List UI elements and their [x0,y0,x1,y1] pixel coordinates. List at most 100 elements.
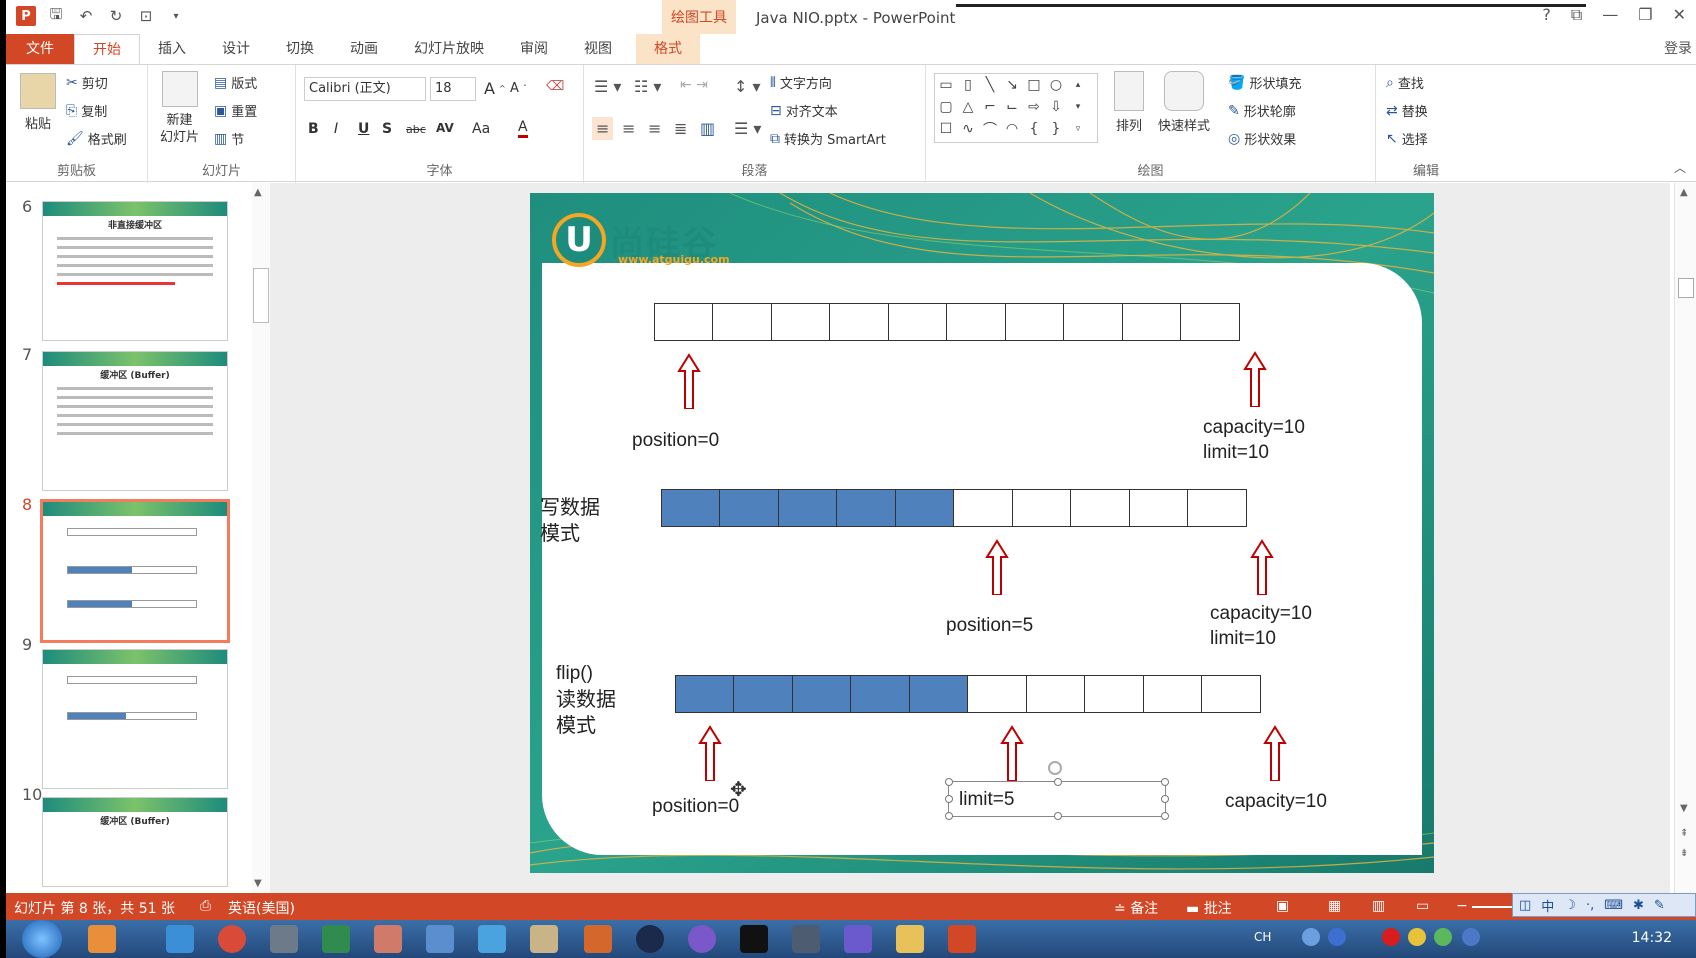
thumbnail-scrollbar[interactable]: ▲ ▼ [252,183,270,893]
rounded-rect-shape-icon[interactable]: ▢ [939,99,952,115]
replace-button[interactable]: ⇄ 替换 [1386,101,1428,121]
app-icon[interactable] [688,925,716,953]
align-right-icon[interactable]: ≡ [648,119,661,138]
next-slide-icon[interactable]: ⇟ [1680,848,1688,859]
ime-keyboard-icon[interactable]: ⌨ [1604,898,1623,913]
oval-shape-icon[interactable]: ○ [1050,77,1062,93]
undo-icon[interactable]: ↶ [76,6,96,26]
paste-button[interactable]: 粘贴 [20,73,56,132]
slide-thumbnail-8[interactable] [40,499,230,643]
vtextbox-shape-icon[interactable]: ▯ [964,77,972,93]
tray-icon[interactable] [1434,928,1452,946]
app-icon[interactable] [322,925,350,953]
grow-font-button[interactable]: A ^ [484,79,506,98]
layout-button[interactable]: ▤ 版式 [214,73,257,93]
scroll-up-icon[interactable]: ▲ [254,187,262,198]
start-button-icon[interactable] [22,920,62,958]
position-label[interactable]: position=0 [652,793,739,820]
scroll-down-icon[interactable]: ▼ [1680,803,1688,814]
convert-smartart-button[interactable]: ⧉ 转换为 SmartArt [770,129,886,149]
position-label[interactable]: position=5 [946,612,1033,639]
app-icon[interactable] [426,925,454,953]
resize-handle[interactable] [1054,778,1062,786]
format-painter-button[interactable]: 🖌 格式刷 [66,129,127,149]
tab-file[interactable]: 文件 [6,34,74,64]
customize-qat-icon[interactable]: ▾ [166,6,186,26]
resize-handle[interactable] [1161,778,1169,786]
read-mode-label[interactable]: 读数据 [556,686,616,713]
flip-label[interactable]: flip() [556,660,593,687]
elbow-arrow-shape-icon[interactable]: ⌙ [1006,99,1018,115]
right-arrow-shape-icon[interactable]: ⇨ [1028,99,1040,115]
buffer-row-read[interactable] [674,675,1261,713]
elbow-connector-shape-icon[interactable]: ⌐ [984,99,996,115]
position-label[interactable]: position=0 [632,427,719,454]
resize-handle[interactable] [945,812,953,820]
triangle-shape-icon[interactable]: △ [963,99,974,115]
select-button[interactable]: ↖ 选择 [1386,129,1428,149]
slide-editing-canvas[interactable]: U 尚硅谷 www.atguigu.com position=0 capacit… [270,183,1670,893]
previous-slide-icon[interactable]: ⇞ [1680,828,1688,839]
app-icon[interactable] [270,925,298,953]
align-text-vertical-icon[interactable]: ☰ ▾ [734,119,761,138]
app-icon[interactable] [530,925,558,953]
tab-home[interactable]: 开始 [74,34,140,64]
text-direction-button[interactable]: ⫴ 文字方向 [770,73,832,93]
character-spacing-button[interactable]: AV [436,121,454,135]
italic-button[interactable]: I [334,121,338,137]
indent-icons[interactable]: ⇤ ⇥ [680,77,708,93]
limit-label[interactable]: limit=10 [1203,439,1269,466]
scroll-down-icon[interactable]: ▼ [254,878,262,889]
normal-view-icon[interactable]: ▣ [1276,898,1289,914]
ime-chinese-mode[interactable]: 中 [1541,896,1554,915]
tab-animations[interactable]: 动画 [332,34,396,64]
app-icon[interactable] [478,925,506,953]
read-mode-label-2[interactable]: 模式 [556,712,596,739]
arrange-button[interactable]: 排列 [1114,71,1144,134]
canvas-scrollbar[interactable]: ▲ ▼ ⇞ ⇟ [1674,183,1696,893]
app-icon[interactable] [374,925,402,953]
comments-button[interactable]: ▬ 批注 [1186,898,1232,918]
bullets-icon[interactable]: ☰ ▾ [594,77,621,96]
scribble-shape-icon[interactable]: ∿ [962,121,974,137]
new-slide-button[interactable]: 新建 幻灯片 [160,71,199,145]
align-text-button[interactable]: ⊟ 对齐文本 [770,101,838,121]
restore-button[interactable]: ❐ [1638,5,1652,25]
resize-handle[interactable] [1161,795,1169,803]
align-center-icon[interactable]: ≡ [622,119,635,138]
browser-icon[interactable] [166,925,194,953]
quick-styles-button[interactable]: 快速样式 [1158,71,1210,134]
shapes-gallery[interactable]: ▭ ▯ ╲ ↘ □ ○ ▴ ▢ △ ⌐ ⌙ ⇨ ⇩ ▾ ☐ ∿ ⌒ ◠ {} ▿ [934,73,1098,143]
tray-icon[interactable] [1408,928,1426,946]
record-tray-icon[interactable] [1382,928,1400,946]
input-language[interactable]: CH [1254,930,1271,944]
slide-thumbnail-7[interactable]: 缓冲区 (Buffer) [42,351,228,491]
buffer-row-write[interactable] [660,489,1247,527]
font-name-dropdown[interactable]: Calibri (正文) [304,77,426,101]
copy-button[interactable]: ⎘ 复制 [66,101,107,121]
eclipse-icon[interactable] [636,925,664,953]
notes-button[interactable]: ≐ 备注 [1114,898,1158,918]
scrollbar-thumb[interactable] [253,268,269,323]
gallery-up-icon[interactable]: ▴ [1076,80,1081,90]
ime-icon[interactable]: ◫ [1519,898,1531,913]
gallery-more-icon[interactable]: ▿ [1076,124,1081,134]
slideshow-view-icon[interactable]: ▭ [1416,898,1429,914]
justify-icon[interactable]: ≣ [674,119,687,138]
slide-counter[interactable]: 幻灯片 第 8 张，共 51 张 [14,898,175,918]
textbox-shape-icon[interactable]: ▭ [939,77,952,93]
rectangle-shape-icon[interactable]: □ [1027,77,1040,93]
write-mode-label[interactable]: 写数据 [540,494,600,521]
ribbon-display-options-button[interactable]: ⧉ [1571,5,1582,25]
clock[interactable]: 14:32 [1632,930,1672,946]
tab-review[interactable]: 审阅 [502,34,566,64]
resize-handle[interactable] [945,795,953,803]
help-tray-icon[interactable] [1328,928,1346,946]
limit-label[interactable]: limit=5 [959,786,1014,813]
font-color-button[interactable]: A [518,119,528,138]
bold-button[interactable]: B [308,121,319,137]
ime-tools-icon[interactable]: ✱ [1633,898,1644,913]
sign-in-link[interactable]: 登录 [1664,38,1692,58]
collapse-ribbon-icon[interactable]: ︿ [1674,159,1686,176]
tab-design[interactable]: 设计 [204,34,268,64]
